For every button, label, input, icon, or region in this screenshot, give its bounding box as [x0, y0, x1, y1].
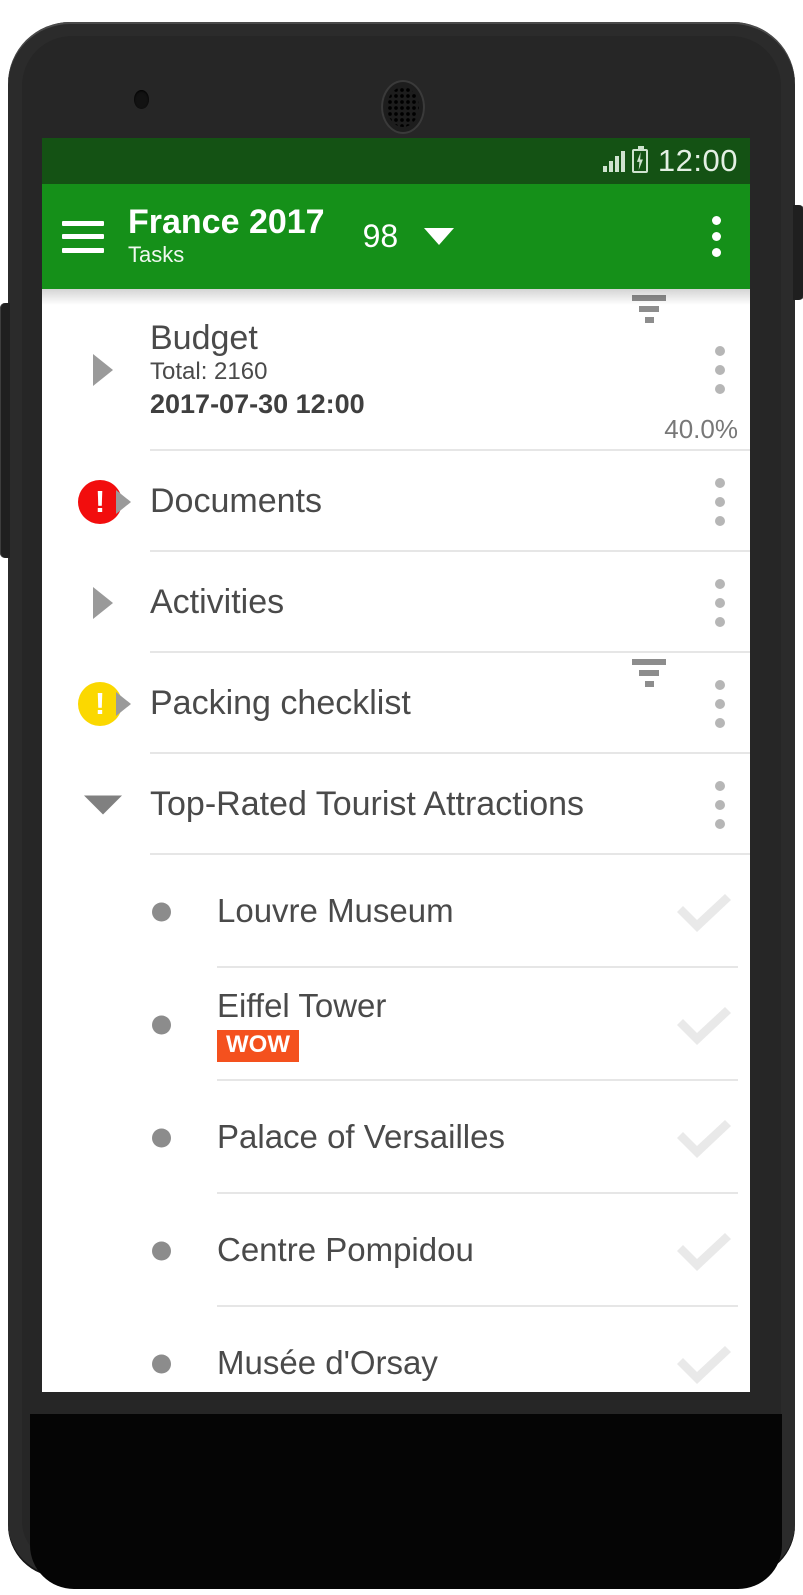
group-title: Documents: [150, 482, 322, 521]
list-item-label: Centre Pompidou: [217, 1231, 474, 1269]
group-row-top-rated-tourist-attractions[interactable]: Top-Rated Tourist Attractions: [42, 754, 750, 855]
bullet-dot-icon: [152, 1241, 171, 1260]
task-count-dropdown[interactable]: 98: [363, 218, 455, 255]
list-item-text: Eiffel Tower WOW: [217, 987, 658, 1062]
group-date: 2017-07-30 12:00: [150, 388, 365, 419]
bullet-dot-icon: [152, 1015, 171, 1034]
bullet-dot-icon: [152, 1128, 171, 1147]
list-item[interactable]: Eiffel Tower WOW: [42, 968, 750, 1081]
row-overflow-menu-button[interactable]: [690, 780, 750, 829]
group-row-documents[interactable]: ! Documents: [42, 451, 750, 552]
list-item-label: Eiffel Tower: [217, 987, 387, 1025]
checkmark-icon[interactable]: [658, 888, 750, 936]
list-item[interactable]: Louvre Museum: [42, 855, 750, 968]
checkmark-icon[interactable]: [658, 1340, 750, 1388]
group-text-budget: Budget Total: 2160 2017-07-30 12:00: [150, 319, 690, 421]
list-item-label: Louvre Museum: [217, 892, 454, 930]
group-row-budget[interactable]: Budget Total: 2160 2017-07-30 12:00 40.0…: [42, 289, 750, 451]
list-item-text: Palace of Versailles: [217, 1118, 658, 1157]
bullet-column: [42, 1307, 217, 1392]
power-button[interactable]: [793, 205, 803, 300]
status-bar: 12:00: [42, 138, 750, 184]
front-camera-icon: [134, 90, 149, 109]
checkmark-icon[interactable]: [658, 1001, 750, 1049]
page-subtitle: Tasks: [128, 241, 185, 267]
battery-charging-icon: [631, 146, 648, 173]
filter-sort-icon[interactable]: [631, 295, 667, 323]
group-text-activities: Activities: [150, 583, 690, 621]
expander-column[interactable]: !: [42, 451, 150, 552]
task-list: Budget Total: 2160 2017-07-30 12:00 40.0…: [42, 289, 750, 1392]
group-row-activities[interactable]: Activities: [42, 552, 750, 653]
bullet-column: [42, 1081, 217, 1194]
task-count-value: 98: [362, 218, 399, 254]
group-text-documents: Documents: [150, 482, 690, 520]
bullet-column: [42, 1194, 217, 1307]
checkmark-icon[interactable]: [658, 1114, 750, 1162]
row-overflow-menu-button[interactable]: [690, 578, 750, 627]
list-item[interactable]: Musée d'Orsay: [42, 1307, 750, 1392]
list-item-text: Musée d'Orsay: [217, 1344, 658, 1383]
expander-column[interactable]: [42, 552, 150, 653]
checkmark-icon[interactable]: [658, 1227, 750, 1275]
row-overflow-menu-button[interactable]: [690, 346, 750, 394]
phone-body-bottom: [30, 1414, 782, 1589]
group-row-packing-checklist[interactable]: ! Packing checklist: [42, 653, 750, 754]
bullet-column: [42, 968, 217, 1081]
app-bar-title-block: France 2017 Tasks: [128, 204, 325, 269]
caret-right-icon[interactable]: [93, 354, 113, 386]
row-overflow-menu-button[interactable]: [690, 679, 750, 728]
group-text-packing-checklist: Packing checklist: [150, 684, 690, 722]
caret-right-icon[interactable]: [116, 691, 131, 716]
earpiece-speaker-icon: [381, 80, 425, 134]
group-title: Packing checklist: [150, 684, 411, 723]
chevron-down-icon[interactable]: [424, 228, 455, 245]
page-title: France 2017: [128, 202, 325, 241]
group-percent: 40.0%: [664, 414, 738, 444]
list-item[interactable]: Palace of Versailles: [42, 1081, 750, 1194]
caret-down-icon[interactable]: [84, 795, 122, 814]
list-item[interactable]: Centre Pompidou: [42, 1194, 750, 1307]
list-item-text: Centre Pompidou: [217, 1231, 658, 1270]
status-badge: WOW: [217, 1029, 299, 1062]
list-item-label: Palace of Versailles: [217, 1118, 505, 1156]
volume-button[interactable]: [0, 303, 10, 558]
caret-right-icon[interactable]: [116, 489, 131, 514]
list-item-text: Louvre Museum: [217, 892, 658, 931]
caret-right-icon[interactable]: [93, 586, 113, 619]
group-text-top-rated-tourist-attractions: Top-Rated Tourist Attractions: [150, 785, 690, 823]
filter-sort-icon[interactable]: [631, 659, 667, 687]
group-title: Budget: [150, 319, 258, 358]
bullet-dot-icon: [152, 1354, 171, 1373]
bullet-column: [42, 855, 217, 968]
appbar-overflow-menu-button[interactable]: [694, 216, 738, 257]
group-total: Total: 2160: [150, 358, 268, 386]
signal-bars-icon: [602, 150, 625, 172]
expander-column[interactable]: !: [42, 653, 150, 754]
list-item-label: Musée d'Orsay: [217, 1344, 438, 1382]
status-bar-time: 12:00: [657, 143, 738, 178]
hamburger-menu-icon[interactable]: [62, 220, 104, 253]
row-overflow-menu-button[interactable]: [690, 477, 750, 526]
expander-column[interactable]: [42, 289, 150, 451]
app-bar: France 2017 Tasks 98: [42, 184, 750, 289]
group-title: Top-Rated Tourist Attractions: [150, 785, 585, 824]
expander-column[interactable]: [42, 754, 150, 855]
bullet-dot-icon: [152, 902, 171, 921]
phone-screen: 12:00 France 2017 Tasks 98 Budget Total:…: [42, 138, 750, 1392]
group-title: Activities: [150, 583, 285, 622]
